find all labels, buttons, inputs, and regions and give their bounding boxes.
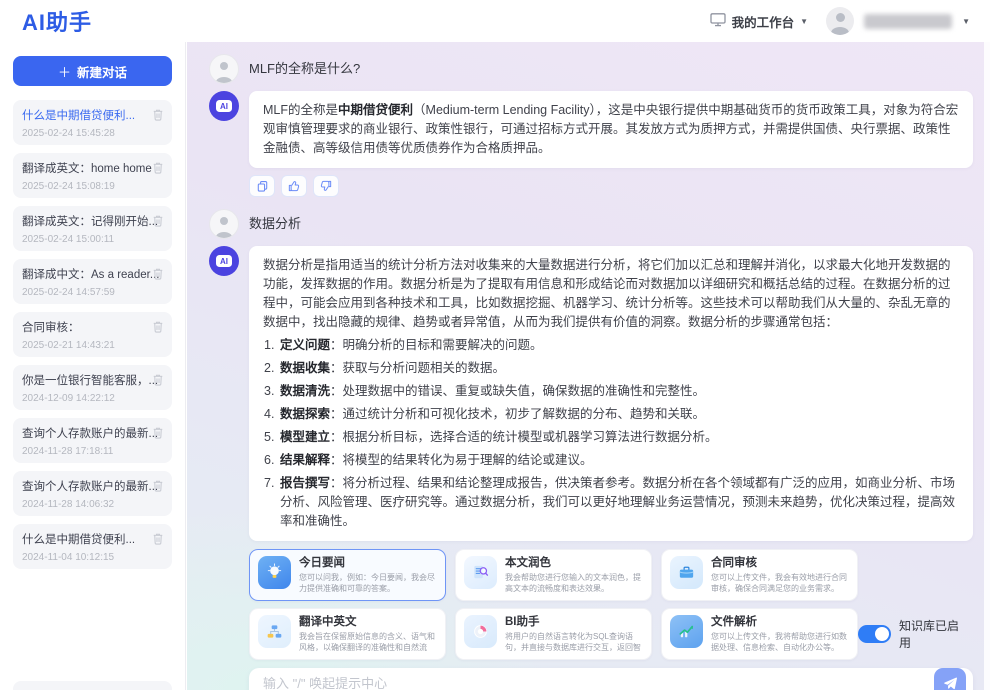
polish-icon: [464, 556, 497, 589]
trash-icon[interactable]: [152, 479, 164, 497]
workspace-label: 我的工作台: [732, 12, 795, 31]
history-list: 什么是中期借贷便利... 2025-02-24 15:45:28 翻译成英文：h…: [13, 100, 172, 569]
thumbs-up-button[interactable]: [281, 175, 307, 197]
topbar: AI助手 我的工作台 ▼ ▼: [0, 0, 990, 42]
toggle-switch-on[interactable]: [858, 625, 891, 643]
message-actions: [249, 175, 973, 197]
trash-icon[interactable]: [152, 108, 164, 126]
user-message: MLF的全称是什么?: [209, 54, 973, 84]
thumbs-down-button[interactable]: [313, 175, 339, 197]
new-chat-button[interactable]: ＋ 新建对话: [13, 56, 172, 86]
bulb-icon: [258, 556, 291, 589]
username-redacted: [864, 14, 952, 29]
chevron-down-icon[interactable]: ▼: [962, 17, 970, 26]
avatar[interactable]: [826, 7, 854, 35]
card-today-news[interactable]: 今日要闻 您可以问我，例如：今日要闻，我会尽力提供准确和可靠的答案。: [249, 549, 446, 601]
card-file-analysis[interactable]: 文件解析 您可以上传文件，我将帮助您进行如数据处理、信息检索、自动化办公等。: [661, 608, 858, 660]
step-item: 1.定义问题：明确分析的目标和需要解决的问题。: [263, 336, 959, 355]
feature-cards: 今日要闻 您可以问我，例如：今日要闻，我会尽力提供准确和可靠的答案。: [249, 549, 858, 660]
paper-plane-icon: [943, 676, 958, 690]
chevron-down-icon: ▼: [800, 17, 808, 26]
person-icon: [836, 13, 845, 22]
trash-icon[interactable]: [152, 426, 164, 444]
step-item: 5.模型建立：根据分析目标，选择合适的统计模型或机器学习算法进行数据分析。: [263, 428, 959, 447]
history-item[interactable]: 查询个人存款账户的最新... 2024-11-28 14:06:32: [13, 471, 172, 516]
trash-icon[interactable]: [152, 373, 164, 391]
scrollbar-track[interactable]: [984, 0, 990, 690]
briefcase-icon: [670, 556, 703, 589]
trash-icon[interactable]: [152, 267, 164, 285]
step-item: 7.报告撰写：将分析过程、结果和结论整理成报告，供决策者参考。数据分析在各个领域…: [263, 474, 959, 531]
trash-icon[interactable]: [152, 214, 164, 232]
ai-message-card: MLF的全称是中期借贷便利（Medium-term Lending Facili…: [249, 91, 973, 168]
user-message-text: MLF的全称是什么?: [249, 54, 360, 84]
history-item[interactable]: 什么是中期借贷便利... 2024-11-04 10:12:15: [13, 524, 172, 569]
trash-icon[interactable]: [152, 320, 164, 338]
ai-intro: 数据分析是指用适当的统计分析方法对收集来的大量数据进行分析，将它们加以汇总和理解…: [263, 256, 959, 332]
step-item: 2.数据收集：获取与分析问题相关的数据。: [263, 359, 959, 378]
ai-message: AI MLF的全称是中期借贷便利（Medium-term Lending Fac…: [209, 91, 973, 168]
history-item[interactable]: 你是一位银行智能客服，... 2024-12-09 14:22:12: [13, 365, 172, 410]
history-item[interactable]: 什么是中期借贷便利... 2025-02-24 15:45:28: [13, 100, 172, 145]
app-logo: AI助手: [22, 5, 92, 37]
chat-input[interactable]: [263, 676, 934, 690]
copy-button[interactable]: [249, 175, 275, 197]
history-item[interactable]: 合同审核： 2025-02-21 14:43:21: [13, 312, 172, 357]
trash-icon[interactable]: [152, 161, 164, 179]
user-message: 数据分析: [209, 209, 973, 239]
translate-icon: [258, 615, 291, 648]
card-translate[interactable]: 翻译中英文 我会旨在保留原始信息的含义、语气和风格，以确保翻译的准确性和自然流畅…: [249, 608, 446, 660]
knowledge-base-label: 知识库已启用: [899, 617, 969, 651]
step-item: 6.结果解释：将模型的结果转化为易于理解的结论或建议。: [263, 451, 959, 470]
ai-message-card: 数据分析是指用适当的统计分析方法对收集来的大量数据进行分析，将它们加以汇总和理解…: [249, 246, 973, 541]
chat-area: MLF的全称是什么? AI MLF的全称是中期借贷便利（Medium-term …: [187, 42, 990, 690]
card-bi-assistant[interactable]: BI助手 将用户的自然语言转化为SQL查询语句，并直接与数据库进行交互，返回智能…: [455, 608, 652, 660]
trend-icon: [670, 615, 703, 648]
ai-message: AI 数据分析是指用适当的统计分析方法对收集来的大量数据进行分析，将它们加以汇总…: [209, 246, 973, 541]
card-text-polish[interactable]: 本文润色 我会帮助您进行您输入的文本润色，提高文本的流畅度和表达效果。: [455, 549, 652, 601]
card-contract-review[interactable]: 合同审核 您可以上传文件，我会有效地进行合同审核，确保合同满足您的业务需求。: [661, 549, 858, 601]
user-avatar: [209, 54, 239, 84]
step-item: 4.数据探索：通过统计分析和可视化技术，初步了解数据的分布、趋势和关联。: [263, 405, 959, 424]
history-item[interactable]: 翻译成英文：home home 2025-02-24 15:08:19: [13, 153, 172, 198]
prompt-input-bar: [249, 668, 973, 690]
send-button[interactable]: [934, 668, 966, 690]
user-avatar: [209, 209, 239, 239]
user-message-text: 数据分析: [249, 209, 301, 239]
trash-icon[interactable]: [152, 532, 164, 550]
history-item-partial[interactable]: [13, 681, 172, 690]
sidebar: ＋ 新建对话 什么是中期借贷便利... 2025-02-24 15:45:28 …: [0, 42, 186, 690]
pie-chart-icon: [464, 615, 497, 648]
history-item[interactable]: 查询个人存款账户的最新... 2024-11-28 17:18:11: [13, 418, 172, 463]
knowledge-base-toggle[interactable]: 知识库已启用: [858, 617, 969, 651]
history-item[interactable]: 翻译成英文：记得刚开始... 2025-02-24 15:00:11: [13, 206, 172, 251]
plus-icon: ＋: [58, 62, 71, 81]
monitor-icon: [710, 12, 726, 30]
workspace-menu[interactable]: 我的工作台 ▼: [710, 12, 808, 31]
analysis-steps: 1.定义问题：明确分析的目标和需要解决的问题。 2.数据收集：获取与分析问题相关…: [263, 336, 959, 531]
ai-avatar: AI: [209, 246, 239, 276]
app-window: AI助手 我的工作台 ▼ ▼ ＋ 新建对话: [0, 0, 990, 690]
ai-avatar: AI: [209, 91, 239, 121]
history-item[interactable]: 翻译成中文：As a reader... 2025-02-24 14:57:59: [13, 259, 172, 304]
step-item: 3.数据清洗：处理数据中的错误、重复或缺失值，确保数据的准确性和完整性。: [263, 382, 959, 401]
